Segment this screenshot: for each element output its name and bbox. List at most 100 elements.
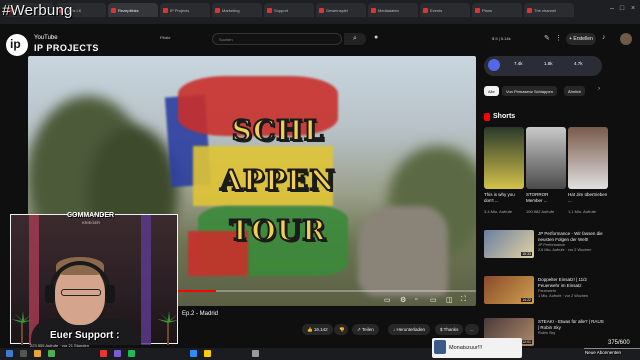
chip-all[interactable]: Alle	[484, 86, 499, 96]
chevron-right-icon[interactable]: ›	[598, 86, 600, 92]
like-button[interactable]: 👍 16.142	[302, 324, 333, 335]
bell-icon[interactable]: ♪	[602, 34, 606, 41]
tab-favicon-icon	[215, 8, 220, 13]
short-title[interactable]: STORROR Member ...	[526, 192, 566, 203]
subtitles-icon[interactable]: ▭	[384, 296, 391, 304]
taskbar-app-icon[interactable]	[48, 350, 55, 357]
video-thumbnail[interactable]: 14:22	[484, 276, 534, 304]
browser-tab-label: The channel	[534, 8, 557, 13]
mic-icon[interactable]: ●	[374, 34, 378, 41]
taskbar-app-icon[interactable]	[252, 350, 259, 357]
video-title[interactable]: Doppelter Einsatz! | 11/2 Feuerwehr im E…	[538, 277, 604, 288]
minimize-icon[interactable]: –	[608, 5, 616, 13]
video-title[interactable]: STEAK! - Etwas für alle? | RAUS | Robin …	[538, 319, 604, 330]
youtube-logo-text[interactable]: YouTube	[34, 35, 58, 41]
like-icon: 👍	[307, 327, 314, 332]
search-input[interactable]: Suchen	[212, 33, 342, 45]
chip-channel[interactable]: Von Pirmasenz Schlappen	[502, 86, 557, 96]
video-title[interactable]: JP Performance - Wir fassen die neusten …	[538, 231, 604, 242]
account-avatar[interactable]	[620, 33, 632, 45]
webcam-overlay	[10, 214, 179, 345]
sub-counter-label: Neue Abonnenten	[585, 350, 622, 355]
short-title[interactable]: Hat Jim übertrieben ...	[568, 192, 608, 203]
create-button[interactable]: + Erstellen	[566, 33, 596, 45]
os-taskbar	[0, 348, 640, 360]
search-button[interactable]: ⌕	[344, 33, 366, 45]
browser-tab[interactable]: Plans	[472, 3, 522, 17]
taskbar-app-icon[interactable]	[128, 350, 135, 357]
taskbar-app-icon[interactable]	[204, 350, 211, 357]
maximize-icon[interactable]: □	[618, 5, 626, 13]
taskbar-app-icon[interactable]	[114, 350, 121, 357]
episode-title: Ep.2 - Madrid	[182, 311, 219, 317]
tab-favicon-icon	[423, 8, 428, 13]
blurred-statue	[358, 206, 448, 296]
art-line: TOUR	[229, 213, 327, 248]
background-light	[141, 215, 151, 345]
share-button[interactable]: ↗ Teilen	[352, 324, 379, 335]
tab-favicon-icon	[163, 8, 168, 13]
view-count: 223.555 Aufrufe · vor 21 Stunden	[30, 343, 89, 348]
download-button[interactable]: ↓ Herunterladen	[388, 324, 431, 335]
video-meta: 2,6 Mio. Aufrufe · vor 2 Wochen	[538, 248, 592, 252]
windows-start-icon[interactable]	[6, 350, 13, 357]
share-label: Teilen	[361, 327, 374, 332]
tab-favicon-icon	[475, 8, 480, 13]
chip-similar[interactable]: Ähnlich	[564, 86, 586, 96]
browser-tab-label: Marketing	[222, 8, 240, 13]
cast-icon[interactable]: ◫	[446, 296, 453, 304]
tab-favicon-icon	[371, 8, 376, 13]
taskbar-app-icon[interactable]	[100, 350, 107, 357]
taskbar-app-icon[interactable]	[20, 350, 27, 357]
browser-tab[interactable]: Rezeptlinks	[108, 3, 158, 17]
browser-tab-label: Mediadaten	[378, 8, 399, 13]
stats-icon	[488, 59, 500, 71]
short-thumbnail[interactable]	[526, 127, 566, 189]
taskbar-app-icon[interactable]	[190, 350, 197, 357]
shorts-icon	[484, 113, 490, 121]
dislike-button[interactable]: 👎	[334, 324, 348, 335]
theater-icon[interactable]: ▭	[430, 296, 437, 304]
ip-logo: ip	[6, 34, 28, 56]
fullscreen-icon[interactable]: ⛶	[461, 296, 466, 304]
video-title-art: SCHL APPEN TOUR	[218, 106, 338, 276]
shorts-header: Shorts	[493, 113, 516, 120]
palm-tree-icon	[157, 311, 179, 345]
short-title[interactable]: This is why you don't ...	[484, 192, 524, 203]
header-chip[interactable]: Filiale	[160, 35, 170, 40]
browser-tab[interactable]: Gewinnspiel	[316, 3, 366, 17]
streamer-subname: KRIEGER	[82, 220, 101, 225]
miniplayer-icon[interactable]: ▫	[415, 296, 417, 303]
browser-tab-label: Events	[430, 8, 443, 13]
alert-avatar	[434, 340, 446, 354]
stat-value: 4.7k	[574, 61, 583, 66]
edit-icon[interactable]: ✎	[544, 34, 550, 42]
browser-tab[interactable]: Support	[264, 3, 314, 17]
video-thumbnail[interactable]: 15:33	[484, 230, 534, 258]
short-thumbnail[interactable]	[484, 127, 524, 189]
short-views: 3,4 Mio. Aufrufe	[484, 209, 513, 214]
browser-tab[interactable]: The channel	[524, 3, 574, 17]
short-views: 100.982 Aufrufe	[526, 209, 555, 214]
browser-tab[interactable]: Events	[420, 3, 470, 17]
short-thumbnail[interactable]	[568, 127, 608, 189]
video-channel[interactable]: Robin Sky	[538, 331, 604, 336]
like-count: 16.142	[313, 327, 328, 332]
sub-counter-value: 375/600	[608, 340, 630, 346]
browser-tab-strip: Pro Spieler... Tools LK Rezeptlinks IP Proj…	[0, 0, 640, 24]
taskbar-app-icon[interactable]	[34, 350, 41, 357]
brand-name: IP PROJECTS	[34, 43, 99, 53]
browser-tab[interactable]: Mediadaten	[368, 3, 418, 17]
browser-tab[interactable]: Marketing	[212, 3, 262, 17]
browser-tab[interactable]: IP Projects	[160, 3, 210, 17]
thanks-button[interactable]: $ Thanks	[435, 324, 464, 335]
support-label: Euer Support :	[50, 330, 120, 341]
tab-favicon-icon	[527, 8, 532, 13]
more-icon[interactable]: ⋮	[555, 34, 562, 42]
alert-text: Monatszuur!!!	[449, 345, 483, 351]
settings-icon[interactable]: ⚙	[400, 296, 406, 304]
close-icon[interactable]: ×	[629, 5, 637, 13]
streamer-name: COMMANDER	[67, 212, 115, 219]
tab-favicon-icon	[319, 8, 324, 13]
more-actions-button[interactable]: ...	[465, 324, 479, 335]
